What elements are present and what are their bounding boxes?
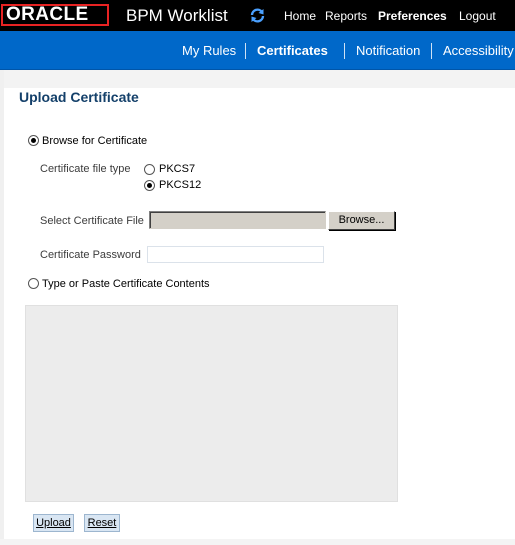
certificate-password-input[interactable] (147, 246, 324, 263)
home-link[interactable]: Home (284, 9, 316, 23)
logout-link[interactable]: Logout (459, 9, 496, 23)
pkcs7-radio[interactable] (144, 164, 155, 175)
reports-link[interactable]: Reports (325, 9, 367, 23)
reset-button[interactable]: Reset (84, 514, 120, 532)
page-title: Upload Certificate (19, 89, 139, 105)
paste-contents-label[interactable]: Type or Paste Certificate Contents (42, 278, 210, 291)
reset-button-label: Reset (87, 517, 117, 529)
certificate-contents-textarea[interactable] (25, 305, 398, 502)
refresh-icon[interactable] (249, 7, 266, 24)
tab-notification[interactable]: Notification (356, 43, 420, 58)
oracle-logo-text: ORACLE (6, 4, 89, 25)
pkcs7-label[interactable]: PKCS7 (159, 163, 195, 176)
pkcs12-radio[interactable] (144, 180, 155, 191)
tab-divider (344, 43, 345, 59)
top-header: ORACLE BPM Worklist Home Reports Prefere… (0, 0, 515, 31)
browse-for-certificate-label[interactable]: Browse for Certificate (42, 135, 147, 148)
preferences-link[interactable]: Preferences (378, 9, 447, 23)
tab-certificates[interactable]: Certificates (257, 43, 328, 58)
browse-for-certificate-radio[interactable] (28, 135, 39, 146)
content-bottom-edge (0, 539, 515, 545)
tab-bar: My Rules Certificates Notification Acces… (0, 31, 515, 70)
tab-divider (431, 43, 432, 59)
file-type-label: Certificate file type (40, 163, 131, 175)
select-file-label: Select Certificate File (40, 215, 144, 227)
upload-button[interactable]: Upload (33, 514, 74, 532)
pkcs12-label[interactable]: PKCS12 (159, 179, 201, 192)
content-top-band (4, 70, 515, 88)
certificate-file-input[interactable] (149, 211, 326, 229)
tab-my-rules[interactable]: My Rules (182, 43, 236, 58)
app-title: BPM Worklist (126, 6, 228, 25)
password-label: Certificate Password (40, 249, 141, 261)
tab-divider (245, 43, 246, 59)
browse-button[interactable]: Browse... (328, 211, 395, 230)
tab-accessibility[interactable]: Accessibility (443, 43, 514, 58)
paste-contents-radio[interactable] (28, 278, 39, 289)
upload-button-label: Upload (36, 517, 71, 529)
